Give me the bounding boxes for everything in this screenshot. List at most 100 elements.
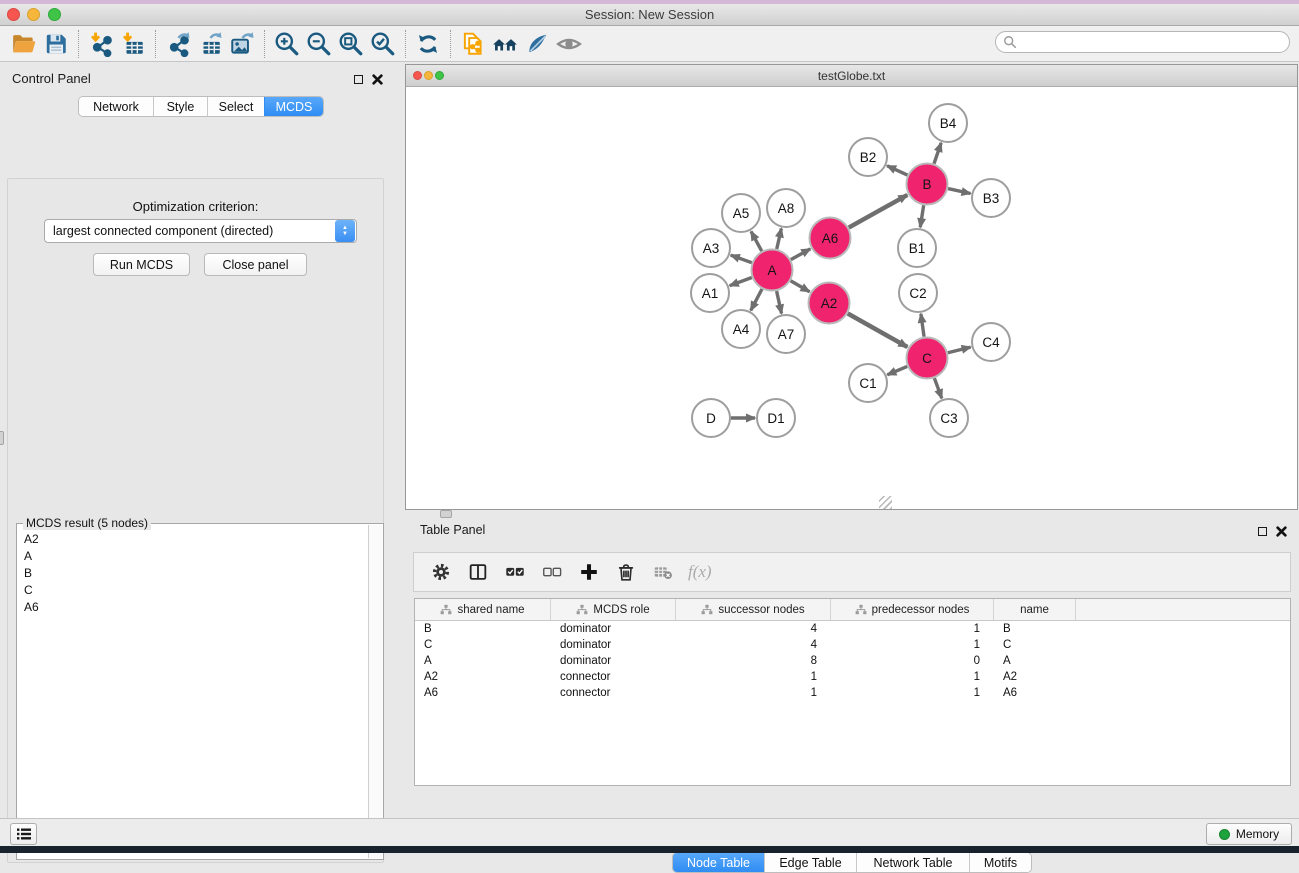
column-header-successor-nodes[interactable]: successor nodes	[676, 599, 831, 620]
graph-edge-A-A7[interactable]	[777, 291, 782, 313]
network-vertical-scrollbar-thumb[interactable]	[0, 431, 4, 445]
open-file-button[interactable]	[8, 28, 40, 60]
delete-table-button[interactable]	[649, 558, 677, 586]
graph-node-A6[interactable]: A6	[810, 218, 851, 259]
cell-shared-name[interactable]: C	[415, 639, 551, 651]
import-network-button[interactable]	[85, 28, 117, 60]
close-panel-button[interactable]: Close panel	[204, 253, 307, 276]
import-table-button[interactable]	[117, 28, 149, 60]
network-canvas[interactable]: A5A8A6A3AA1A2A4A7B4B2BB3B1C2C4CC1C3DD1	[406, 88, 1297, 509]
float-table-panel-icon[interactable]	[1255, 524, 1269, 538]
search-field[interactable]	[995, 31, 1290, 53]
cell-name[interactable]: A	[994, 655, 1076, 667]
graph-node-B4[interactable]: B4	[929, 104, 967, 142]
graph-edge-C-C4[interactable]	[948, 347, 971, 353]
cell-shared-name[interactable]: A2	[415, 671, 551, 683]
zoom-selected-button[interactable]	[367, 28, 399, 60]
graph-edge-B-B4[interactable]	[934, 143, 941, 164]
graph-node-A8[interactable]: A8	[767, 189, 805, 227]
deselect-all-checkboxes-button[interactable]	[538, 558, 566, 586]
graph-node-A1[interactable]: A1	[691, 274, 729, 312]
close-table-panel-icon[interactable]	[1274, 524, 1288, 538]
graph-node-B2[interactable]: B2	[849, 138, 887, 176]
column-header-MCDS-role[interactable]: MCDS role	[551, 599, 676, 620]
cell-MCDS-role[interactable]: dominator	[551, 655, 676, 667]
graph-node-A7[interactable]: A7	[767, 315, 805, 353]
export-network-button[interactable]	[162, 28, 194, 60]
graph-edge-A-A2[interactable]	[791, 281, 810, 292]
network-window-title-bar[interactable]: testGlobe.txt	[406, 65, 1297, 87]
show-graphics-details-button[interactable]	[553, 28, 585, 60]
column-header-name[interactable]: name	[994, 599, 1076, 620]
close-panel-icon[interactable]	[370, 72, 384, 86]
table-row[interactable]: Adominator80A	[415, 653, 1290, 669]
tab-network-table[interactable]: Network Table	[856, 853, 969, 872]
export-image-button[interactable]	[226, 28, 258, 60]
minimize-window-button[interactable]	[27, 8, 40, 21]
cell-successor-nodes[interactable]: 1	[676, 687, 831, 699]
close-window-button[interactable]	[7, 8, 20, 21]
graph-node-B3[interactable]: B3	[972, 179, 1010, 217]
table-row[interactable]: A6connector11A6	[415, 685, 1290, 701]
cell-name[interactable]: A6	[994, 687, 1076, 699]
graph-edge-B-B2[interactable]	[887, 166, 907, 175]
cell-predecessor-nodes[interactable]: 1	[831, 687, 994, 699]
cell-MCDS-role[interactable]: connector	[551, 671, 676, 683]
cell-MCDS-role[interactable]: connector	[551, 687, 676, 699]
graph-node-A5[interactable]: A5	[722, 194, 760, 232]
graph-edge-B-B1[interactable]	[920, 205, 923, 227]
graph-node-B[interactable]: B	[907, 164, 948, 205]
home-button[interactable]	[489, 28, 521, 60]
memory-button[interactable]: Memory	[1206, 823, 1292, 845]
cell-predecessor-nodes[interactable]: 1	[831, 623, 994, 635]
refresh-button[interactable]	[412, 28, 444, 60]
hide-graphics-details-button[interactable]	[521, 28, 553, 60]
function-builder-button[interactable]: f(x)	[688, 562, 712, 582]
graph-edge-B-B3[interactable]	[948, 189, 970, 194]
cell-successor-nodes[interactable]: 4	[676, 623, 831, 635]
mcds-result-item[interactable]: C	[18, 581, 368, 598]
graph-node-C[interactable]: C	[907, 338, 948, 379]
cell-MCDS-role[interactable]: dominator	[551, 623, 676, 635]
mcds-result-item[interactable]: A2	[18, 530, 368, 547]
graph-node-C4[interactable]: C4	[972, 323, 1010, 361]
graph-node-C3[interactable]: C3	[930, 399, 968, 437]
settings-button[interactable]	[427, 558, 455, 586]
graph-node-D[interactable]: D	[692, 399, 730, 437]
table-row[interactable]: Cdominator41C	[415, 637, 1290, 653]
maximize-window-button[interactable]	[48, 8, 61, 21]
column-header-predecessor-nodes[interactable]: predecessor nodes	[831, 599, 994, 620]
tab-node-table[interactable]: Node Table	[673, 853, 764, 872]
graph-node-C1[interactable]: C1	[849, 364, 887, 402]
network-maximize-button[interactable]	[435, 71, 444, 80]
tab-edge-table[interactable]: Edge Table	[764, 853, 856, 872]
search-input[interactable]	[1017, 33, 1289, 51]
cell-MCDS-role[interactable]: dominator	[551, 639, 676, 651]
graph-node-B1[interactable]: B1	[898, 229, 936, 267]
graph-edge-A6-B[interactable]	[849, 195, 908, 228]
cell-shared-name[interactable]: B	[415, 623, 551, 635]
cell-successor-nodes[interactable]: 8	[676, 655, 831, 667]
graph-edge-A-A8[interactable]	[777, 228, 782, 249]
graph-edge-A-A4[interactable]	[751, 289, 762, 310]
save-session-button[interactable]	[40, 28, 72, 60]
tab-network[interactable]: Network	[79, 97, 153, 116]
tab-select[interactable]: Select	[207, 97, 264, 116]
table-row[interactable]: A2connector11A2	[415, 669, 1290, 685]
cell-shared-name[interactable]: A	[415, 655, 551, 667]
export-table-button[interactable]	[194, 28, 226, 60]
network-close-button[interactable]	[413, 71, 422, 80]
graph-edge-A-A6[interactable]	[791, 249, 810, 260]
graph-node-A4[interactable]: A4	[722, 310, 760, 348]
graph-edge-A2-C[interactable]	[848, 314, 908, 347]
graph-node-C2[interactable]: C2	[899, 274, 937, 312]
zoom-in-button[interactable]	[271, 28, 303, 60]
clone-network-button[interactable]	[457, 28, 489, 60]
cell-name[interactable]: A2	[994, 671, 1076, 683]
graph-edge-C-C2[interactable]	[921, 314, 924, 337]
select-all-checkboxes-button[interactable]	[501, 558, 529, 586]
cell-predecessor-nodes[interactable]: 0	[831, 655, 994, 667]
run-mcds-button[interactable]: Run MCDS	[93, 253, 190, 276]
graph-edge-A-A5[interactable]	[751, 231, 762, 251]
tab-mcds[interactable]: MCDS	[264, 97, 323, 116]
